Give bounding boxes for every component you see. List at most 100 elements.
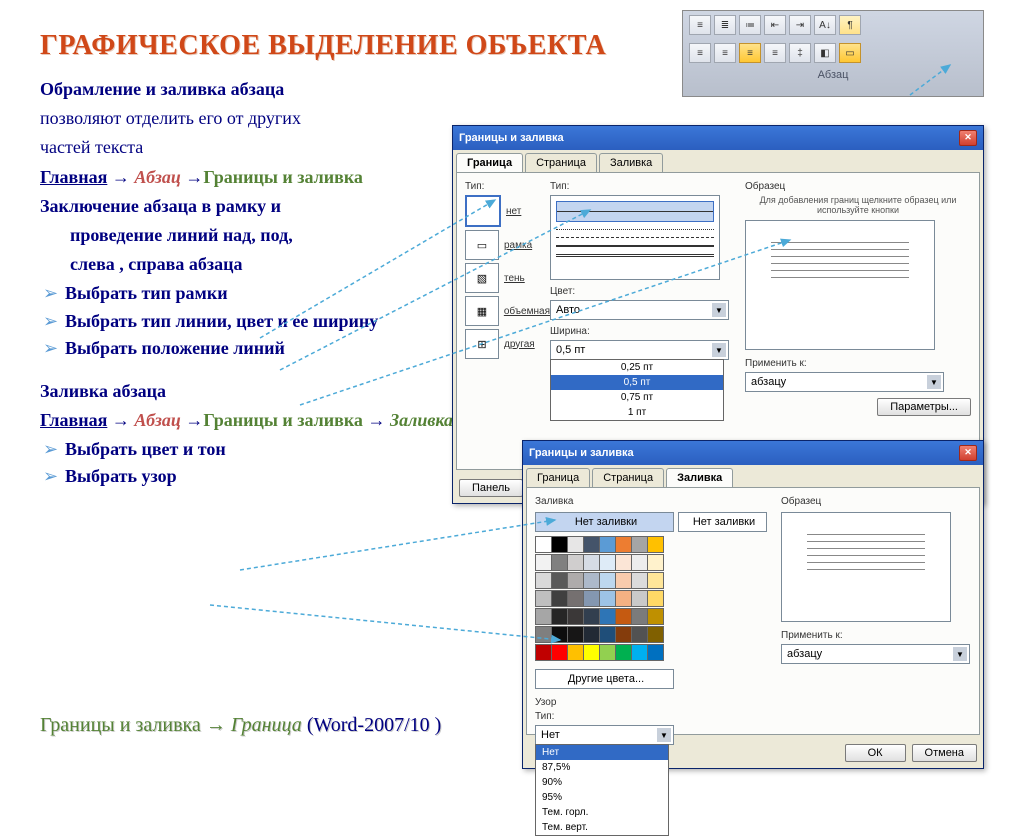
indent-dec-button[interactable]: ⇤ [764, 15, 786, 35]
color-swatch[interactable] [567, 644, 584, 661]
color-swatch[interactable] [551, 590, 568, 607]
numbering-button[interactable]: ≣ [714, 15, 736, 35]
type-none[interactable]: нет [465, 195, 550, 227]
tab-fill[interactable]: Заливка [599, 153, 663, 172]
apply-combo[interactable]: абзацу▼ [781, 644, 970, 664]
color-swatch[interactable] [567, 536, 584, 553]
tab-border[interactable]: Граница [456, 153, 523, 172]
color-swatch[interactable] [615, 554, 632, 571]
color-swatch[interactable] [631, 644, 648, 661]
color-swatch[interactable] [615, 644, 632, 661]
color-swatch[interactable] [599, 554, 616, 571]
width-combo[interactable]: 0,5 пт▼ [550, 340, 729, 360]
color-swatch[interactable] [647, 590, 664, 607]
pattern-opt[interactable]: Тем. верт. [536, 820, 668, 835]
apply-combo[interactable]: абзацу▼ [745, 372, 944, 392]
color-swatch[interactable] [583, 572, 600, 589]
bullets-button[interactable]: ≡ [689, 15, 711, 35]
pattern-opt[interactable]: Тем. горл. [536, 805, 668, 820]
color-swatch[interactable] [535, 554, 552, 571]
nofill-option[interactable]: Нет заливки [678, 512, 767, 532]
align-center-button[interactable]: ≡ [714, 43, 736, 63]
color-swatch[interactable] [535, 644, 552, 661]
color-swatch[interactable] [599, 572, 616, 589]
color-swatch[interactable] [631, 590, 648, 607]
color-swatch[interactable] [647, 626, 664, 643]
color-swatch[interactable] [583, 536, 600, 553]
tab-fill[interactable]: Заливка [666, 468, 733, 487]
color-swatch[interactable] [615, 608, 632, 625]
color-swatch[interactable] [583, 626, 600, 643]
color-swatch[interactable] [583, 590, 600, 607]
pattern-opt[interactable]: 90% [536, 775, 668, 790]
color-swatch[interactable] [567, 590, 584, 607]
color-swatch[interactable] [647, 644, 664, 661]
color-swatch[interactable] [535, 608, 552, 625]
close-button[interactable]: ✕ [959, 445, 977, 461]
more-colors-button[interactable]: Другие цвета... [535, 669, 674, 689]
multilevel-button[interactable]: ≔ [739, 15, 761, 35]
pattern-opt[interactable]: 87,5% [536, 760, 668, 775]
pattern-opt[interactable]: Нет [536, 745, 668, 760]
nofill-selected[interactable]: Нет заливки [535, 512, 674, 532]
color-swatch[interactable] [535, 536, 552, 553]
line-spacing-button[interactable]: ‡ [789, 43, 811, 63]
color-swatch[interactable] [567, 626, 584, 643]
color-swatch[interactable] [647, 608, 664, 625]
show-marks-button[interactable]: ¶ [839, 15, 861, 35]
color-swatch[interactable] [599, 626, 616, 643]
color-swatch[interactable] [631, 572, 648, 589]
shading-button[interactable]: ◧ [814, 43, 836, 63]
color-swatch[interactable] [647, 554, 664, 571]
width-opt[interactable]: 0,5 пт [551, 375, 723, 390]
color-palette[interactable] [535, 536, 674, 661]
border-preview[interactable] [745, 220, 935, 350]
color-swatch[interactable] [615, 536, 632, 553]
sort-button[interactable]: A↓ [814, 15, 836, 35]
color-swatch[interactable] [599, 590, 616, 607]
color-swatch[interactable] [567, 572, 584, 589]
color-swatch[interactable] [615, 626, 632, 643]
line-style-list[interactable] [550, 195, 720, 280]
color-swatch[interactable] [551, 644, 568, 661]
color-swatch[interactable] [535, 590, 552, 607]
align-left-button[interactable]: ≡ [689, 43, 711, 63]
color-swatch[interactable] [615, 572, 632, 589]
color-swatch[interactable] [551, 572, 568, 589]
indent-inc-button[interactable]: ⇥ [789, 15, 811, 35]
width-opt[interactable]: 1 пт [551, 405, 723, 420]
borders-button[interactable]: ▭ [839, 43, 861, 63]
type-custom[interactable]: ⊞другая [465, 329, 550, 359]
align-right-button[interactable]: ≡ [764, 43, 786, 63]
type-shadow[interactable]: ▧тень [465, 263, 550, 293]
color-swatch[interactable] [631, 608, 648, 625]
type-3d[interactable]: ▦объемная [465, 296, 550, 326]
color-combo[interactable]: Авто▼ [550, 300, 729, 320]
type-box[interactable]: ▭рамка [465, 230, 550, 260]
color-swatch[interactable] [599, 608, 616, 625]
color-swatch[interactable] [615, 590, 632, 607]
color-swatch[interactable] [583, 644, 600, 661]
width-opt[interactable]: 0,25 пт [551, 360, 723, 375]
color-swatch[interactable] [599, 536, 616, 553]
close-button[interactable]: ✕ [959, 130, 977, 146]
color-swatch[interactable] [631, 536, 648, 553]
pattern-opt[interactable]: 95% [536, 790, 668, 805]
color-swatch[interactable] [631, 626, 648, 643]
tab-border[interactable]: Граница [526, 468, 590, 487]
color-swatch[interactable] [551, 608, 568, 625]
width-dropdown[interactable]: 0,25 пт 0,5 пт 0,75 пт 1 пт [550, 359, 724, 421]
color-swatch[interactable] [551, 626, 568, 643]
color-swatch[interactable] [567, 554, 584, 571]
color-swatch[interactable] [647, 572, 664, 589]
color-swatch[interactable] [535, 626, 552, 643]
pattern-dropdown[interactable]: Нет 87,5% 90% 95% Тем. горл. Тем. верт. [535, 744, 669, 836]
color-swatch[interactable] [631, 554, 648, 571]
color-swatch[interactable] [599, 644, 616, 661]
ok-button[interactable]: ОК [845, 744, 906, 762]
align-justify-button[interactable]: ≡ [739, 43, 761, 63]
color-swatch[interactable] [535, 572, 552, 589]
color-swatch[interactable] [583, 608, 600, 625]
panel-button[interactable]: Панель [459, 479, 523, 497]
width-opt[interactable]: 0,75 пт [551, 390, 723, 405]
